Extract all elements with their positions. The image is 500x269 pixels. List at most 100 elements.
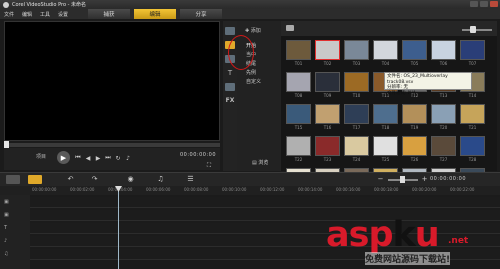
thumbnail-item[interactable] <box>373 104 398 124</box>
tab-edit[interactable]: 编辑 <box>134 9 176 19</box>
music-track-icon[interactable]: ♫ <box>4 251 14 258</box>
skip-start-icon: ⏮ <box>75 154 81 161</box>
tab-share[interactable]: 分享 <box>180 9 222 19</box>
preview-window[interactable] <box>4 21 220 141</box>
title-track-icon[interactable]: T <box>4 225 14 232</box>
prev-frame-button[interactable]: ◀ <box>84 154 92 162</box>
folder-icon[interactable] <box>286 25 294 31</box>
thumbnail-label: T01 <box>294 61 303 66</box>
thumbnail-label: T27 <box>439 157 448 162</box>
record-button[interactable]: ◉ <box>126 174 135 184</box>
timeline-view-button[interactable] <box>28 175 42 184</box>
thumbnail-label: T25 <box>381 157 390 162</box>
app-logo-icon <box>3 1 9 8</box>
thumbnail-label: T18 <box>381 125 390 130</box>
mixer-button[interactable]: ♫ <box>156 174 165 184</box>
thumbnail-item[interactable] <box>373 40 398 60</box>
thumbnail-item[interactable] <box>286 72 311 92</box>
thumbnail-item[interactable] <box>431 136 456 156</box>
zoom-slider-knob[interactable] <box>400 176 405 183</box>
menu-tools[interactable]: 工具 <box>40 11 50 18</box>
repeat-button[interactable]: ↻ <box>114 154 122 162</box>
thumbnail-item[interactable] <box>315 136 340 156</box>
play-icon: ▶ <box>60 153 67 162</box>
close-button[interactable] <box>490 1 498 7</box>
thumbnail-item[interactable] <box>315 40 340 60</box>
menu-file[interactable]: 文件 <box>4 11 14 18</box>
thumbnail-item[interactable] <box>344 136 369 156</box>
watermark-k: k <box>392 215 416 255</box>
next-frame-button[interactable]: ▶ <box>94 154 102 162</box>
tab-share-label: 分享 <box>195 12 207 18</box>
tab-capture-label: 捕获 <box>103 12 115 18</box>
thumbnail-item[interactable] <box>344 72 369 92</box>
thumbnail-label: T20 <box>439 125 448 130</box>
menu-bar: 文件 编辑 工具 设置 <box>0 9 500 19</box>
menu-edit[interactable]: 编辑 <box>22 11 32 18</box>
thumbnail-item[interactable] <box>402 40 427 60</box>
track-manager-icon: ☰ <box>187 175 194 183</box>
thumbnail-item[interactable] <box>402 136 427 156</box>
thumbnail-label: T10 <box>352 93 361 98</box>
play-button[interactable]: ▶ <box>57 151 70 164</box>
watermark-asp: asp <box>326 215 394 255</box>
filter-icon[interactable]: FX <box>225 97 235 105</box>
ruler-tick-label: 00:00:16:00 <box>336 187 361 192</box>
menu-settings[interactable]: 设置 <box>58 11 68 18</box>
minimize-button[interactable] <box>470 1 478 7</box>
thumbnail-item[interactable] <box>286 40 311 60</box>
zoom-out-button[interactable]: − <box>376 174 385 184</box>
window-title: Corel VideoStudio Pro - 未命名 <box>12 2 86 8</box>
end-button[interactable]: ⏭ <box>104 154 112 162</box>
overlay-track-icon[interactable]: ▣ <box>4 212 14 219</box>
storyboard-view-button[interactable] <box>6 175 20 184</box>
track-manager-button[interactable]: ☰ <box>186 174 195 184</box>
thumbnail-item[interactable] <box>460 136 485 156</box>
zoom-in-button[interactable]: + <box>420 174 429 184</box>
thumbnail-item[interactable] <box>315 72 340 92</box>
thumbnail-item[interactable] <box>460 40 485 60</box>
scrub-bar[interactable] <box>4 143 220 147</box>
graphic-icon[interactable] <box>225 83 235 91</box>
thumbnail-item[interactable] <box>344 104 369 124</box>
thumbnail-item[interactable] <box>286 104 311 124</box>
video-track[interactable] <box>30 197 500 208</box>
tooltip-format: 文件格式: N/A <box>387 90 416 96</box>
ruler-tick-label: 00:00:06:00 <box>146 187 171 192</box>
prev-frame-icon: ◀ <box>85 154 91 162</box>
media-library-icon[interactable] <box>225 27 235 35</box>
timeline-timecode[interactable]: 00:00:00:00 <box>430 176 466 182</box>
scrub-handle[interactable] <box>4 141 9 148</box>
project-mode-label[interactable]: 项目 <box>36 153 46 160</box>
thumbnail-size-knob[interactable] <box>470 26 476 33</box>
add-category-button[interactable]: ✚ 添加 <box>245 27 261 34</box>
tab-capture[interactable]: 捕获 <box>88 9 130 19</box>
undo-button[interactable]: ↶ <box>66 174 75 184</box>
thumbnail-item[interactable] <box>344 40 369 60</box>
thumbnail-item[interactable] <box>402 104 427 124</box>
preview-timecode[interactable]: 00:00:00:00 <box>180 152 216 158</box>
maximize-button[interactable] <box>480 1 488 7</box>
volume-button[interactable]: ♪ <box>124 154 132 162</box>
video-track-icon[interactable]: ▣ <box>4 199 14 206</box>
fullscreen-button[interactable]: ⛶ <box>205 162 213 170</box>
record-icon: ◉ <box>127 175 134 183</box>
thumbnail-size-slider[interactable] <box>462 29 492 31</box>
home-button[interactable]: ⏮ <box>74 154 82 162</box>
playhead-line[interactable] <box>118 186 119 269</box>
ruler-tick-label: 00:00:18:00 <box>374 187 399 192</box>
undo-icon: ↶ <box>67 175 74 183</box>
redo-button[interactable]: ↷ <box>90 174 99 184</box>
category-custom[interactable]: 自定义 <box>246 78 261 85</box>
thumbnail-item[interactable] <box>315 104 340 124</box>
ruler-tick-label: 00:00:08:00 <box>184 187 209 192</box>
category-complete[interactable]: 先例 <box>246 69 256 76</box>
voice-track-icon[interactable]: ♪ <box>4 238 14 245</box>
thumbnail-item[interactable] <box>431 104 456 124</box>
thumbnail-item[interactable] <box>431 40 456 60</box>
thumbnail-item[interactable] <box>460 104 485 124</box>
title-icon[interactable]: T <box>225 69 235 77</box>
thumbnail-item[interactable] <box>286 136 311 156</box>
thumbnail-item[interactable] <box>373 136 398 156</box>
browse-button[interactable]: ▤ 浏览 <box>252 159 268 166</box>
